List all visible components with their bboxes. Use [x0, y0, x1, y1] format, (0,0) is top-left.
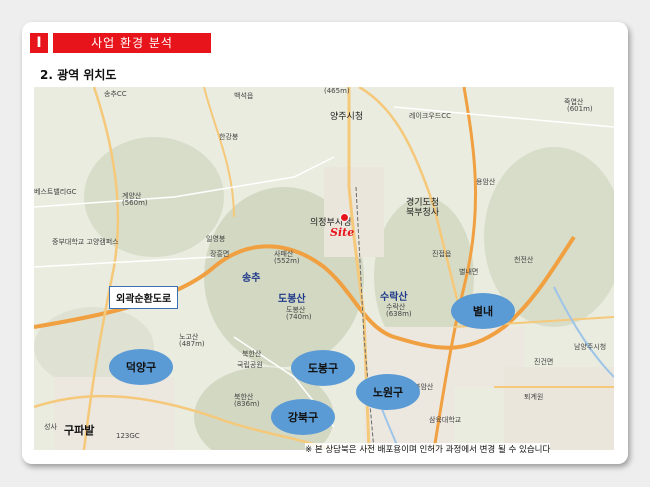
area-ellipse-dobong: 도봉구 [291, 350, 355, 386]
site-marker [340, 213, 349, 222]
mountain-label: 수락산 [380, 292, 408, 303]
elevation-label: (487m) [179, 340, 205, 348]
section-title: 사업 환경 분석 [53, 33, 211, 53]
place-label: 천전산 [514, 256, 534, 264]
place-label: 베스트밸리GC [34, 188, 77, 196]
place-label: 성사 [44, 423, 57, 431]
elevation-label: (560m) [122, 199, 148, 207]
subtitle: 2. 광역 위치도 [40, 68, 117, 82]
elevation-label: (638m) [386, 310, 412, 318]
place-label: 퇴계원 [524, 393, 544, 401]
area-ellipse-gangbuk: 강북구 [271, 399, 335, 435]
place-label: 장흥면 [210, 250, 230, 258]
place-label: 송추CC [104, 90, 127, 98]
site-label: Site [330, 226, 355, 239]
area-ellipse-deogyang: 덕양구 [109, 349, 173, 385]
disclaimer-note: ※ 본 상담북은 사전 배포용이며 인허가 과정에서 변경 될 수 있습니다 [305, 443, 551, 455]
place-label: 용암산 [476, 178, 496, 186]
mountain-label: 도봉산 [278, 294, 306, 305]
location-map: 송추CC 백석읍 (465m) 양주시청 레이크우드CC 죽엽산 (601m) … [34, 87, 614, 450]
place-label: 123GC [116, 432, 140, 440]
place-label: 진접읍 [432, 250, 452, 258]
place-label: 북한산 [242, 350, 262, 358]
place-label: 진건면 [534, 358, 554, 366]
elevation-label: (601m) [567, 105, 593, 113]
elevation-label: (465m) [324, 87, 350, 95]
place-label: 일영봉 [206, 235, 226, 243]
elevation-label: (836m) [234, 400, 260, 408]
elevation-label: (552m) [274, 257, 300, 265]
place-label: 국립공원 [237, 361, 263, 369]
place-label: 북부청사 [406, 208, 440, 218]
elevation-label: (740m) [286, 313, 312, 321]
place-label: 백석읍 [234, 92, 254, 100]
place-label: 레이크우드CC [409, 112, 451, 120]
place-label: 별내면 [459, 268, 479, 276]
area-ellipse-nowon: 노원구 [356, 374, 420, 410]
place-label: 남양주시청 [574, 343, 607, 351]
place-label: 양주시청 [330, 112, 364, 122]
place-label-gupabal: 구파발 [64, 424, 95, 437]
section-number: I [30, 33, 48, 53]
place-label: 삼육대학교 [429, 416, 462, 424]
expressway-callout: 외곽순환도로 [109, 286, 179, 309]
place-label: 한강봉 [219, 133, 239, 141]
place-label: 중부대학교 고양캠퍼스 [52, 238, 119, 246]
mountain-label: 송추 [242, 273, 261, 284]
area-ellipse-byeolnae: 별내 [451, 293, 515, 329]
slide: I 사업 환경 분석 2. 광역 위치도 송추CC 백석읍 (465m) 양주시… [22, 22, 628, 464]
